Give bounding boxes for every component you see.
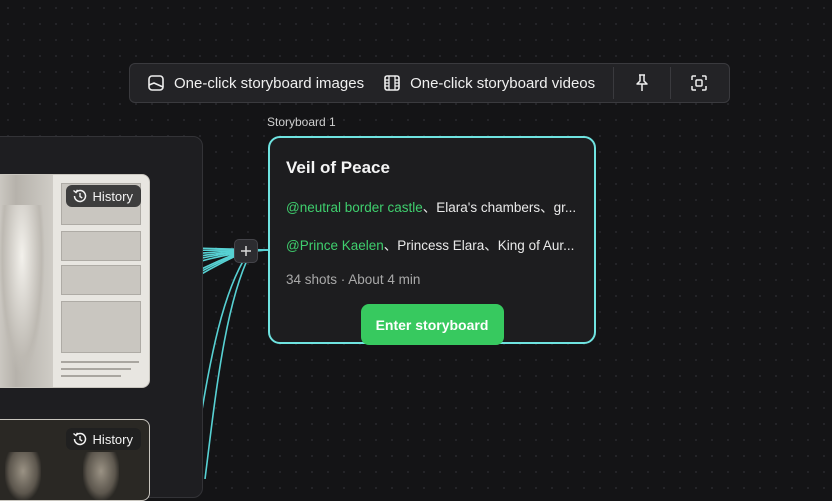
locations-text: 、Elara's chambers、gr... [422, 200, 577, 215]
veil-image [0, 205, 45, 375]
storyboard-toolbar: One-click storyboard images One-click st… [129, 63, 730, 103]
jewelry-image [61, 301, 141, 353]
storyboard-label: Storyboard 1 [267, 115, 336, 129]
history-badge[interactable]: History [65, 185, 141, 207]
history-icon [72, 432, 86, 446]
storyboard-meta: 34 shots · About 4 min [286, 272, 421, 287]
character-mention-link[interactable]: @Prince Kaelen [286, 238, 384, 253]
storyboard-card[interactable]: Veil of Peace @neutral border castle、Ela… [268, 136, 596, 345]
fabric-swatch-image [61, 231, 141, 261]
add-connection-button[interactable] [234, 239, 258, 263]
fabric-swatch-image [61, 265, 141, 295]
pin-icon [636, 74, 648, 91]
fit-screen-icon [691, 75, 707, 91]
history-label: History [92, 188, 133, 204]
fountain-image [5, 452, 41, 500]
characters-line: @Prince Kaelen、Princess Elara、King of Au… [286, 234, 580, 254]
fountain-image [83, 452, 119, 500]
image-card[interactable]: History [0, 174, 150, 388]
enter-storyboard-button[interactable]: Enter storyboard [360, 304, 504, 345]
history-badge[interactable]: History [65, 428, 141, 450]
locations-line: @neutral border castle、Elara's chambers、… [286, 196, 580, 216]
one-click-storyboard-images-button[interactable]: One-click storyboard images [130, 64, 373, 102]
image-frame-icon [148, 75, 164, 91]
text-line [61, 361, 139, 363]
image-card[interactable]: History [0, 419, 150, 501]
storyboard-title: Veil of Peace [286, 158, 390, 177]
text-line [61, 375, 121, 377]
history-label: History [92, 431, 133, 447]
images-button-label: One-click storyboard images [174, 74, 365, 92]
fit-screen-button[interactable] [671, 64, 727, 102]
location-mention-link[interactable]: @neutral border castle [286, 200, 423, 215]
pin-button[interactable] [614, 64, 670, 102]
videos-button-label: One-click storyboard videos [410, 74, 596, 92]
history-icon [72, 189, 86, 203]
film-icon [384, 75, 400, 91]
characters-text: 、Princess Elara、King of Aur... [383, 238, 575, 253]
plus-icon [241, 246, 251, 256]
text-line [61, 368, 131, 370]
one-click-storyboard-videos-button[interactable]: One-click storyboard videos [373, 64, 604, 102]
